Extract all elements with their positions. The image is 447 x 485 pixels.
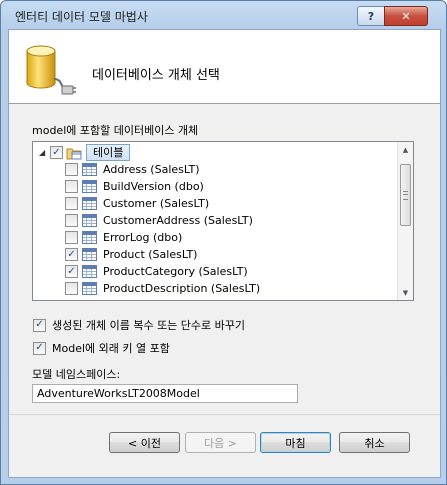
table-icon [82, 180, 97, 193]
tree-item[interactable]: ✓ Product (SalesLT) [65, 246, 197, 263]
item-checkbox[interactable] [65, 180, 78, 193]
foreign-keys-checkbox[interactable]: ✓ [33, 341, 46, 355]
wizard-client-area: 데이터베이스 개체 선택 model에 포함할 데이터베이스 개체 ◢ ✓ 테이… [8, 29, 441, 478]
table-icon [82, 163, 97, 176]
close-button[interactable]: ✕ [384, 6, 428, 26]
tree-item[interactable]: ✓ ProductCategory (SalesLT) [65, 263, 248, 280]
next-button[interactable]: 다음 > [185, 432, 256, 453]
table-icon [82, 214, 97, 227]
tree-item-label: ProductDescription (SalesLT) [103, 282, 261, 295]
namespace-input[interactable] [32, 384, 298, 403]
pluralize-label[interactable]: 생성된 개체 이름 복수 또는 단수로 바꾸기 [52, 317, 245, 333]
tree-item[interactable]: ErrorLog (dbo) [65, 229, 182, 246]
pluralize-checkbox[interactable]: ✓ [33, 318, 46, 332]
previous-button[interactable]: < 이전 [109, 432, 180, 453]
tree-root-row[interactable]: ◢ ✓ 테이블 [39, 144, 131, 161]
finish-button[interactable]: 마침 [260, 432, 331, 453]
scroll-up-arrow-icon[interactable]: ▲ [398, 142, 413, 157]
table-icon [82, 282, 97, 295]
item-checkbox[interactable] [65, 214, 78, 227]
item-checkbox[interactable]: ✓ [65, 248, 78, 261]
tree-vertical-scrollbar[interactable]: ▲ ▼ [397, 142, 413, 300]
wizard-window: 엔터티 데이터 모델 마법사 ? ✕ 데이터베이스 개체 선택 model에 포… [0, 0, 447, 485]
table-icon [82, 231, 97, 244]
tree-item-label: Customer (SalesLT) [103, 197, 210, 210]
wizard-header: 데이터베이스 개체 선택 [9, 30, 440, 104]
help-icon: ? [367, 9, 375, 23]
page-title: 데이터베이스 개체 선택 [92, 68, 220, 83]
objects-label: model에 포함할 데이터베이스 개체 [32, 124, 199, 137]
tree-item[interactable]: CustomerAddress (SalesLT) [65, 212, 253, 229]
cancel-button[interactable]: 취소 [339, 432, 410, 453]
tree-item[interactable]: ProductDescription (SalesLT) [65, 280, 260, 297]
help-button[interactable]: ? [357, 6, 385, 26]
scroll-down-arrow-icon[interactable]: ▼ [398, 285, 413, 300]
collapse-triangle-icon[interactable]: ◢ [39, 148, 46, 157]
table-folder-icon [66, 148, 82, 159]
footer-divider [9, 414, 440, 415]
object-tree[interactable]: ◢ ✓ 테이블 Address (SalesLT) BuildVersion (… [32, 141, 414, 301]
scroll-thumb[interactable] [400, 164, 411, 226]
tree-root-label[interactable]: 테이블 [86, 144, 131, 161]
item-checkbox[interactable] [65, 197, 78, 210]
item-checkbox[interactable] [65, 231, 78, 244]
tree-item[interactable]: BuildVersion (dbo) [65, 178, 204, 195]
tree-item-label: Address (SalesLT) [103, 163, 200, 176]
window-title: 엔터티 데이터 모델 마법사 [15, 10, 148, 24]
grip-icon [403, 191, 408, 200]
tree-item-label: CustomerAddress (SalesLT) [103, 214, 253, 227]
tree-item-label: ProductCategory (SalesLT) [103, 265, 248, 278]
tree-item[interactable]: Customer (SalesLT) [65, 195, 209, 212]
database-connection-icon [26, 45, 76, 95]
tree-item-label: Product (SalesLT) [103, 248, 198, 261]
pluralize-option[interactable]: ✓ 생성된 개체 이름 복수 또는 단수로 바꾸기 [33, 317, 245, 333]
table-icon [82, 248, 97, 261]
foreign-keys-label[interactable]: Model에 외래 키 열 포함 [52, 340, 170, 356]
tree-item[interactable]: Address (SalesLT) [65, 161, 200, 178]
table-icon [82, 197, 97, 210]
tree-item-label: BuildVersion (dbo) [103, 180, 204, 193]
foreign-keys-option[interactable]: ✓ Model에 외래 키 열 포함 [33, 340, 170, 356]
item-checkbox[interactable] [65, 282, 78, 295]
tree-item-label: ErrorLog (dbo) [103, 231, 183, 244]
table-icon [82, 265, 97, 278]
title-bar[interactable]: 엔터티 데이터 모델 마법사 ? ✕ [1, 1, 446, 29]
item-checkbox[interactable] [65, 163, 78, 176]
item-checkbox[interactable]: ✓ [65, 265, 78, 278]
root-checkbox[interactable]: ✓ [50, 146, 63, 159]
close-icon: ✕ [401, 9, 411, 23]
namespace-label: 모델 네임스페이스: [32, 368, 121, 381]
